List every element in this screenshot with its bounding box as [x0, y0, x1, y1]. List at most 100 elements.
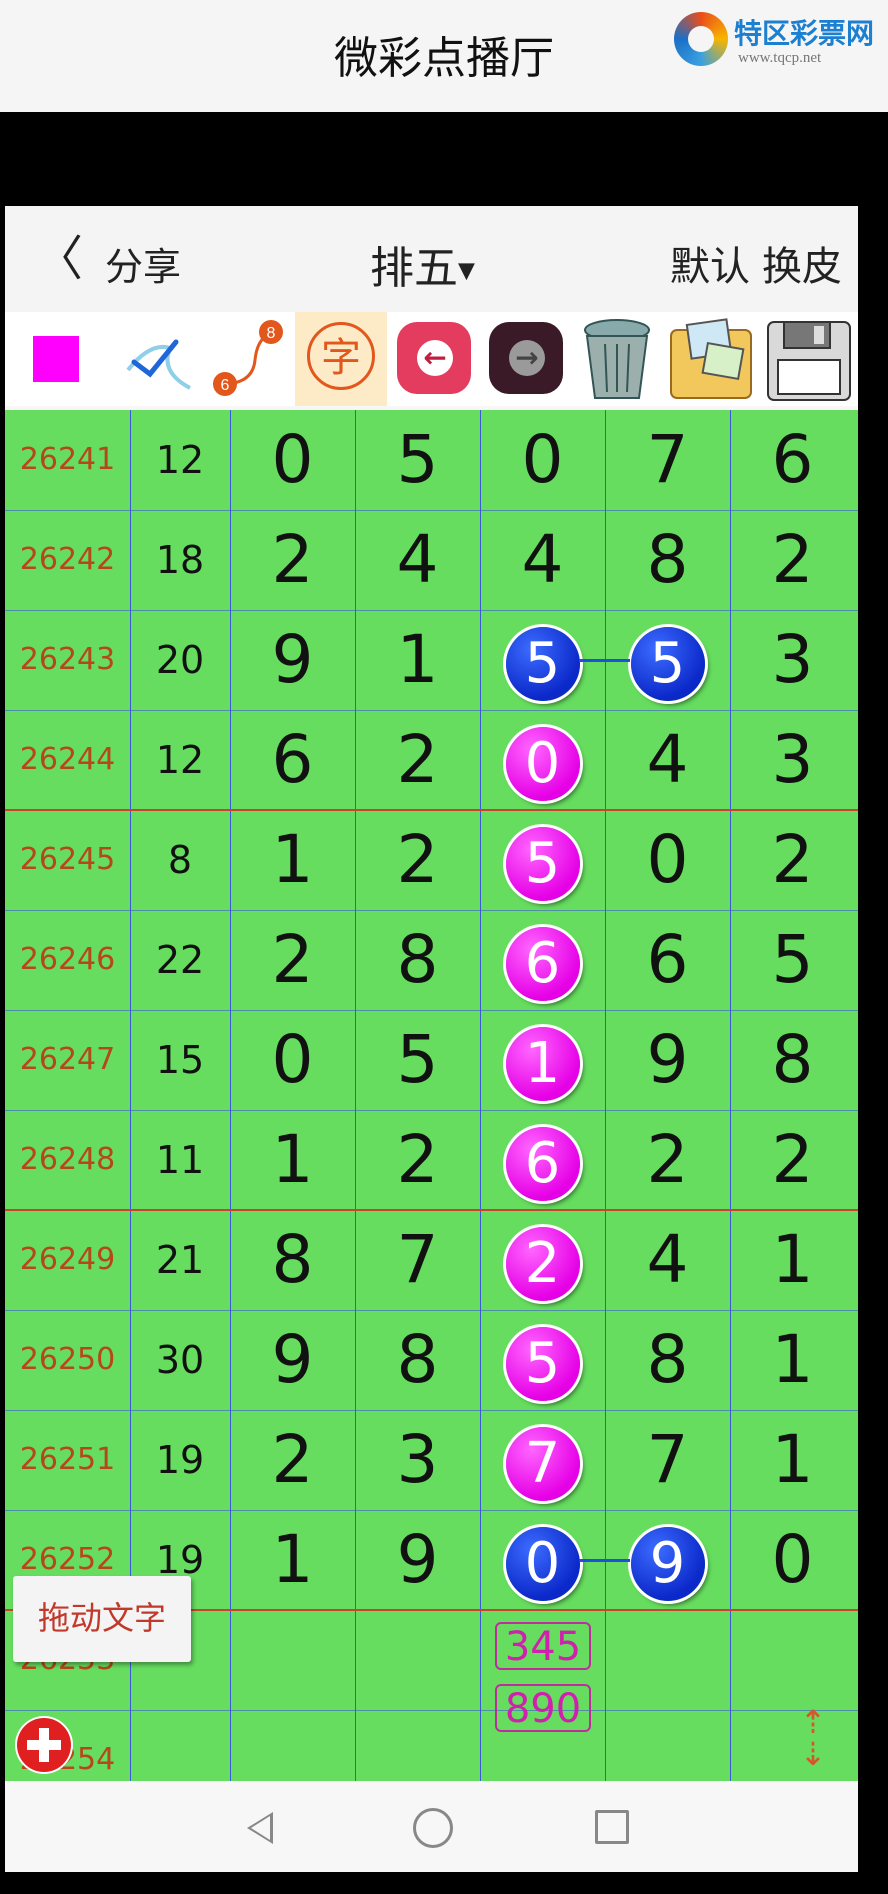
scroll-updown-icon[interactable]: ⇡ ⇣ [795, 1706, 831, 1776]
digit-cell[interactable]: 2 [605, 1110, 730, 1210]
digit-cell[interactable]: 1 [730, 1410, 855, 1510]
nav-home-icon[interactable] [403, 1802, 463, 1854]
nav-back-icon[interactable] [233, 1802, 293, 1854]
digit-cell[interactable]: 0 [480, 710, 605, 810]
highlight-ball: 2 [505, 1226, 580, 1301]
digit-cell[interactable]: 4 [605, 1210, 730, 1310]
digit-cell[interactable]: 5 [355, 410, 480, 510]
digit-cell[interactable]: 1 [230, 810, 355, 910]
digit-cell[interactable]: 8 [230, 1210, 355, 1310]
digit-cell[interactable]: 5 [480, 1310, 605, 1410]
digit-cell[interactable]: 1 [480, 1010, 605, 1110]
table-row[interactable]: 26247 15 0 5 1 9 8 [5, 1010, 858, 1110]
digit-cell[interactable]: 0 [480, 410, 605, 510]
digit-cell[interactable]: 1 [355, 610, 480, 710]
digit-cell[interactable] [730, 1710, 855, 1781]
share-button[interactable]: 分享 [105, 236, 181, 291]
sum-value [130, 1710, 230, 1781]
digit-cell[interactable] [605, 1610, 730, 1710]
pen-tool-button[interactable] [110, 312, 202, 406]
table-row[interactable]: 26245 8 1 2 5 0 2 [5, 810, 858, 910]
redo-button[interactable]: → [479, 312, 571, 406]
save-button[interactable] [762, 312, 854, 406]
prediction-box[interactable]: 345 [495, 1622, 591, 1670]
digit-cell[interactable]: 6 [480, 1110, 605, 1210]
color-picker-button[interactable] [10, 312, 102, 406]
table-row[interactable]: 26250 30 9 8 5 8 1 [5, 1310, 858, 1410]
table-row[interactable]: 26243 20 9 1 5 5 3 [5, 610, 858, 710]
digit-cell[interactable]: 3 [730, 610, 855, 710]
digit-cell[interactable]: 4 [480, 510, 605, 610]
text-tool-button[interactable]: 字 [295, 312, 387, 406]
digit-cell[interactable]: 6 [730, 410, 855, 510]
lottery-selector[interactable]: 排五▼ [370, 232, 475, 296]
digit-cell[interactable]: 0 [230, 1010, 355, 1110]
digit-cell[interactable] [355, 1710, 480, 1781]
digit-cell[interactable]: 3 [730, 710, 855, 810]
digit-cell[interactable]: 4 [355, 510, 480, 610]
trash-button[interactable] [571, 312, 663, 406]
digit-cell[interactable]: 2 [230, 510, 355, 610]
digit-cell[interactable]: 2 [730, 1110, 855, 1210]
digit-cell[interactable]: 6 [480, 910, 605, 1010]
digit-cell[interactable]: 9 [355, 1510, 480, 1610]
default-button[interactable]: 默认 [670, 244, 750, 290]
digit-cell[interactable] [355, 1610, 480, 1710]
digit-cell[interactable]: 2 [730, 510, 855, 610]
digit-cell[interactable]: 1 [230, 1510, 355, 1610]
digit-cell[interactable]: 6 [230, 710, 355, 810]
digit-cell[interactable]: 7 [605, 410, 730, 510]
digit-cell[interactable]: 1 [230, 1110, 355, 1210]
digit-cell[interactable]: 9 [230, 610, 355, 710]
digit-cell[interactable]: 3 [355, 1410, 480, 1510]
table-row[interactable]: 26246 22 2 8 6 6 5 [5, 910, 858, 1010]
table-row[interactable]: 26251 19 2 3 7 7 1 [5, 1410, 858, 1510]
digit-cell[interactable]: 7 [480, 1410, 605, 1510]
digit-cell[interactable]: 8 [605, 510, 730, 610]
digit-cell[interactable]: 2 [355, 710, 480, 810]
digit-cell[interactable]: 9 [230, 1310, 355, 1410]
prediction-box[interactable]: 890 [495, 1684, 591, 1732]
back-button[interactable]: 〈 [35, 234, 83, 284]
link-tool-button[interactable]: 8 6 [203, 312, 295, 406]
table-row[interactable]: 26254 [5, 1710, 858, 1781]
skin-button[interactable]: 换皮 [762, 244, 842, 290]
digit-cell[interactable]: 0 [730, 1510, 855, 1610]
digit-cell[interactable]: 2 [480, 1210, 605, 1310]
table-row[interactable]: 26242 18 2 4 4 8 2 [5, 510, 858, 610]
digit-cell[interactable] [230, 1610, 355, 1710]
digit-cell[interactable]: 9 [605, 1010, 730, 1110]
digit-cell[interactable] [730, 1610, 855, 1710]
undo-button[interactable]: ← [387, 312, 479, 406]
digit-cell[interactable]: 2 [230, 1410, 355, 1510]
table-row[interactable]: 26249 21 8 7 2 4 1 [5, 1210, 858, 1310]
digit-cell[interactable]: 5 [730, 910, 855, 1010]
add-plus-icon[interactable] [17, 1718, 71, 1772]
digit-cell[interactable]: 2 [355, 1110, 480, 1210]
nav-recent-icon[interactable] [585, 1802, 645, 1854]
digit-cell[interactable]: 7 [355, 1210, 480, 1310]
digit-cell[interactable] [605, 1710, 730, 1781]
drag-text-button[interactable]: 拖动文字 [13, 1576, 191, 1662]
gallery-button[interactable] [665, 312, 757, 406]
digit-cell[interactable]: 8 [355, 910, 480, 1010]
digit-cell[interactable]: 8 [730, 1010, 855, 1110]
digit-cell[interactable]: 0 [230, 410, 355, 510]
digit-cell[interactable]: 7 [605, 1410, 730, 1510]
table-row[interactable]: 26248 11 1 2 6 2 2 [5, 1110, 858, 1210]
digit-cell[interactable] [230, 1710, 355, 1781]
table-row[interactable]: 26244 12 6 2 0 4 3 [5, 710, 858, 810]
digit-cell[interactable]: 5 [480, 810, 605, 910]
digit-cell[interactable]: 0 [605, 810, 730, 910]
digit-cell[interactable]: 8 [355, 1310, 480, 1410]
digit-cell[interactable]: 2 [355, 810, 480, 910]
digit-cell[interactable]: 8 [605, 1310, 730, 1410]
digit-cell[interactable]: 4 [605, 710, 730, 810]
digit-cell[interactable]: 2 [230, 910, 355, 1010]
digit-cell[interactable]: 2 [730, 810, 855, 910]
digit-cell[interactable]: 1 [730, 1310, 855, 1410]
digit-cell[interactable]: 6 [605, 910, 730, 1010]
table-row[interactable]: 26241 12 0 5 0 7 6 [5, 410, 858, 510]
digit-cell[interactable]: 5 [355, 1010, 480, 1110]
digit-cell[interactable]: 1 [730, 1210, 855, 1310]
